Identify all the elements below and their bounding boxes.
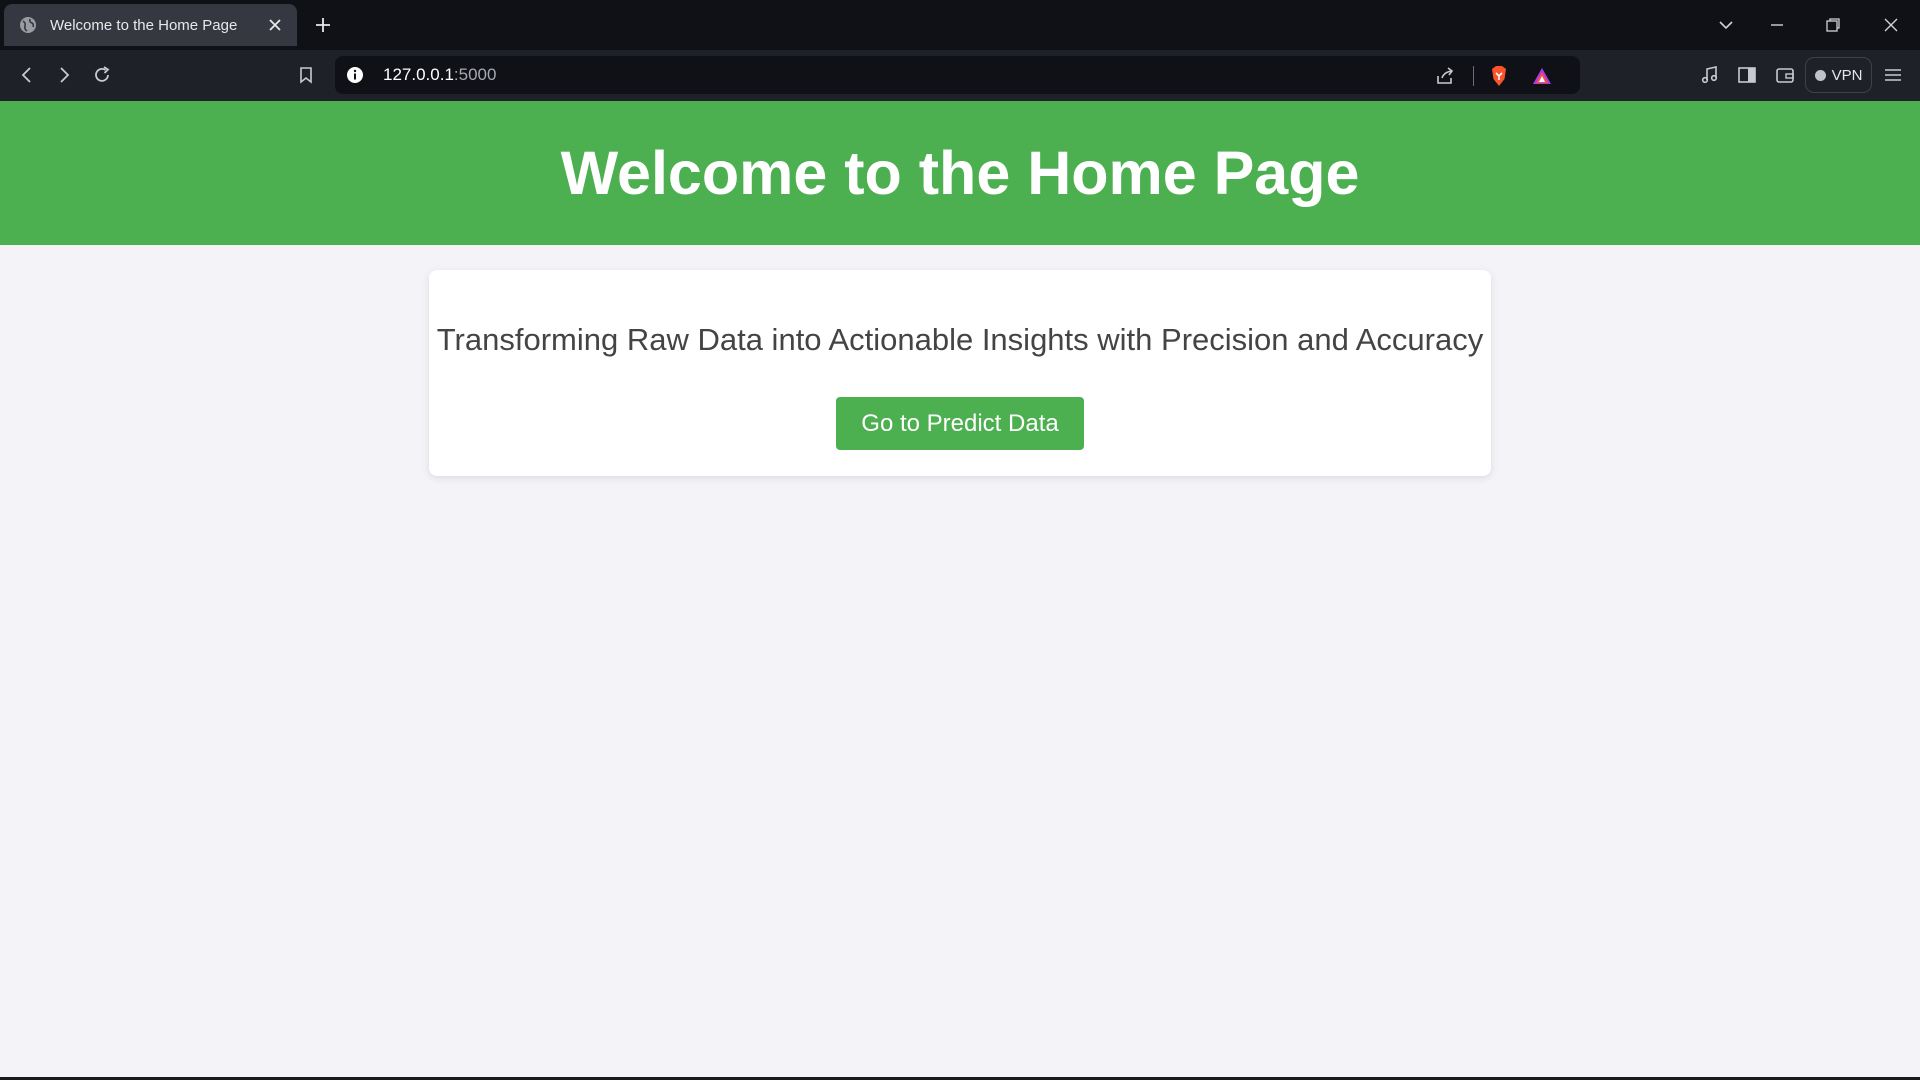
- back-icon[interactable]: [14, 62, 40, 88]
- vpn-button[interactable]: VPN: [1805, 57, 1872, 93]
- menu-icon[interactable]: [1880, 62, 1906, 88]
- tagline: Transforming Raw Data into Actionable In…: [436, 322, 1484, 357]
- minimize-icon[interactable]: [1764, 12, 1790, 38]
- tab-title: Welcome to the Home Page: [50, 16, 238, 34]
- browser-toolbar: 127.0.0.1:5000 VPN: [0, 50, 1920, 101]
- brave-shield-icon[interactable]: [1486, 63, 1512, 89]
- forward-icon[interactable]: [51, 62, 77, 88]
- bookmark-icon[interactable]: [293, 62, 319, 88]
- restore-icon[interactable]: [1820, 12, 1846, 38]
- page-title: Welcome to the Home Page: [560, 139, 1360, 207]
- browser-tab[interactable]: Welcome to the Home Page: [4, 4, 297, 46]
- close-icon[interactable]: [265, 15, 285, 35]
- divider: [1473, 66, 1474, 86]
- tab-bar: Welcome to the Home Page: [0, 0, 1920, 50]
- wallet-icon[interactable]: [1772, 62, 1798, 88]
- address-bar[interactable]: 127.0.0.1:5000: [335, 56, 1580, 94]
- music-icon[interactable]: [1697, 62, 1723, 88]
- plus-icon[interactable]: [311, 13, 335, 37]
- url-text[interactable]: 127.0.0.1:5000: [383, 65, 496, 85]
- intro-card: Transforming Raw Data into Actionable In…: [429, 270, 1491, 476]
- share-icon[interactable]: [1432, 63, 1458, 89]
- predict-data-button[interactable]: Go to Predict Data: [836, 397, 1084, 450]
- url-host: 127.0.0.1: [383, 65, 454, 84]
- brave-rewards-icon[interactable]: [1529, 63, 1555, 89]
- chevron-down-icon[interactable]: [1713, 12, 1739, 38]
- info-icon[interactable]: [345, 65, 365, 85]
- globe-icon: [18, 15, 38, 35]
- vpn-status-icon: [1814, 69, 1826, 81]
- page-header: Welcome to the Home Page: [0, 101, 1920, 245]
- window-close-icon[interactable]: [1878, 12, 1904, 38]
- reload-icon[interactable]: [89, 62, 115, 88]
- url-port: :5000: [453, 65, 497, 84]
- sidebar-icon[interactable]: [1734, 62, 1760, 88]
- vpn-label: VPN: [1831, 66, 1863, 84]
- page-content: Welcome to the Home Page Transforming Ra…: [0, 101, 1920, 1077]
